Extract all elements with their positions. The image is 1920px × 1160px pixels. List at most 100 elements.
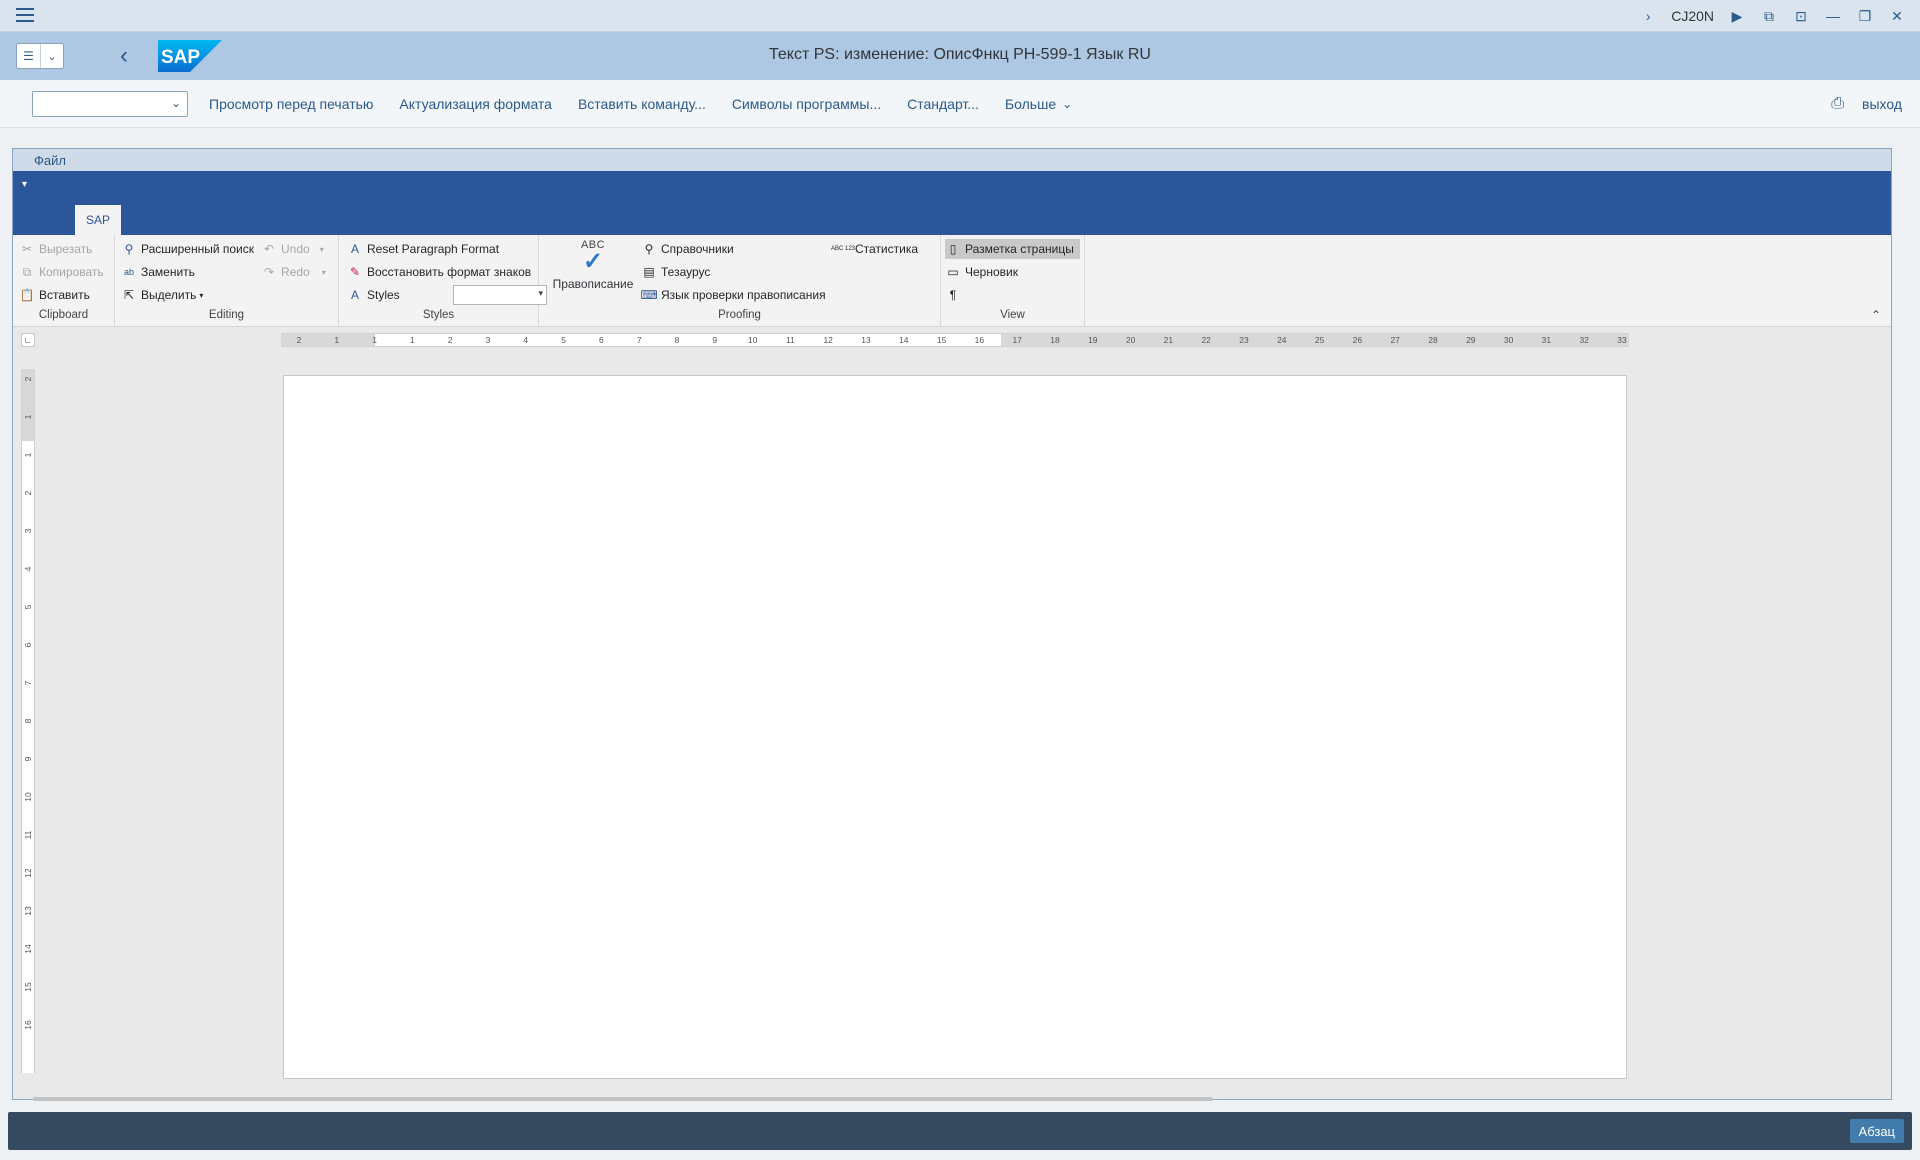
horizontal-scrollbar[interactable] [33,1097,1213,1101]
statistics-label: Статистика [855,242,919,256]
restore-icon[interactable]: ❐ [1856,7,1874,25]
minimize-icon[interactable]: — [1824,7,1842,25]
print-layout-label: Разметка страницы [965,242,1074,256]
statistics-button[interactable]: ABC 123 Статистика [831,239,919,259]
cut-label: Вырезать [39,242,93,256]
tab-sap[interactable]: SAP [75,205,121,235]
ruler-tick: 7 [636,335,642,345]
advanced-find-label: Расширенный поиск [141,242,254,256]
ruler-tick: 18 [1050,335,1060,345]
page-icon: ▯ [949,242,957,256]
insert-command-button[interactable]: Вставить команду... [565,89,719,119]
thesaurus-button[interactable]: ▤ Тезаурус [641,262,710,282]
replace-button[interactable]: ab Заменить [121,262,195,282]
close-icon[interactable]: ✕ [1888,7,1906,25]
ruler-tick: 27 [1390,335,1400,345]
ruler-tick: 25 [1314,335,1325,345]
ruler-tick: 8 [23,718,33,724]
standard-button[interactable]: Стандарт... [894,89,992,119]
ruler-tick: 9 [23,756,33,762]
chevron-right-icon[interactable]: › [1639,7,1657,25]
styles-icon: A [350,288,359,302]
layout-icon[interactable]: ⧉ [1760,7,1778,25]
styles-button[interactable]: A Styles [347,285,400,305]
document-page[interactable] [283,375,1627,1079]
ruler-tick: 12 [823,335,833,345]
exit-button[interactable]: выход [1862,96,1902,112]
play-icon[interactable]: ▶ [1728,7,1746,25]
ruler-tick: 32 [1579,335,1589,345]
ruler-tick: 23 [1239,335,1249,345]
show-marks-button[interactable]: ¶ [945,285,965,305]
cut-button[interactable]: ✂ Вырезать [19,239,92,259]
system-bar-right: › CJ20N ▶ ⧉ ⊡ — ❐ ✕ [1639,0,1906,32]
ruler-tick: 1 [334,335,340,345]
redo-button[interactable]: ↷ Redo ▾ [261,262,326,282]
ruler-tick: 14 [899,335,909,345]
ruler-tick: 15 [23,982,33,992]
proofing-group-label: Proofing [718,309,761,321]
ruler-tick: 3 [485,335,491,345]
clipboard-group: ✂ Вырезать ⧉ Копировать 📋 Вставить Clipboar… [13,235,115,327]
unlock-icon[interactable]: ⊡ [1792,7,1810,25]
ruler-tick: 2 [23,490,33,496]
transaction-code: CJ20N [1671,8,1714,24]
vertical-ruler[interactable]: 2 1 1 2 3 4 5 6 7 8 9 10 11 12 13 14 15 16 [21,369,35,1073]
more-button[interactable]: Больше ⌄ [992,89,1085,119]
scissors-icon: ✂ [21,242,33,256]
ruler-tick: 26 [1352,335,1363,345]
ruler-tick: 13 [861,335,871,345]
ruler-tick: 20 [1125,335,1136,345]
select-button[interactable]: ⇱ Выделить ▾ [121,285,203,305]
clipboard-group-label: Clipboard [38,309,89,321]
paste-button[interactable]: 📋 Вставить [19,285,90,305]
ruler-tick: 33 [1617,335,1627,345]
spelling-button[interactable]: ABC ✓ Правописание [547,239,639,299]
replace-icon: ab [123,267,134,277]
editing-group-label: Editing [208,309,245,321]
select-label: Выделить [141,288,197,302]
horizontal-ruler[interactable]: 2 1 1 1 2 3 4 5 6 7 8 9 10 11 12 13 14 15 16 17 18 19 20 21 22 23… [281,333,1629,347]
ruler-tick: 3 [23,528,33,534]
research-button[interactable]: ⚲ Справочники [641,239,734,259]
draft-button[interactable]: ▭ Черновик [945,262,1018,282]
ruler-tick: 11 [23,830,33,840]
reset-paragraph-button[interactable]: A Reset Paragraph Format [347,239,499,259]
ruler-tick: 1 [23,414,33,420]
cursor-icon: ⇱ [123,288,135,302]
ruler-tick: 7 [23,680,33,686]
status-bar: Абзац [8,1112,1912,1150]
advanced-find-button[interactable]: ⚲ Расширенный поиск [121,239,254,259]
mode-button[interactable]: Абзац [1849,1119,1904,1143]
redo-icon: ↷ [263,265,275,279]
quick-access-icon[interactable]: ▾ [22,179,27,190]
file-menu-bar: Файл [13,149,1891,171]
restore-char-format-button[interactable]: ✎ Восстановить формат знаков [347,262,531,282]
replace-label: Заменить [141,265,195,279]
thesaurus-icon: ▤ [643,265,655,279]
print-preview-button[interactable]: Просмотр перед печатью [196,89,386,119]
tab-selector[interactable]: ∟ [21,333,35,347]
format-dropdown[interactable]: ⌄ [32,91,188,117]
undo-button[interactable]: ↶ Undo ▾ [261,239,324,259]
program-symbols-button[interactable]: Символы программы... [719,89,894,119]
ribbon: ✂ Вырезать ⧉ Копировать 📋 Вставить Clipboar… [13,235,1891,327]
file-menu[interactable]: Файл [34,153,66,168]
styles-combo[interactable] [453,285,547,305]
proofing-language-label: Язык проверки правописания [661,288,826,302]
ruler-tick: 10 [747,335,758,345]
ruler-tick: 5 [23,604,33,610]
ruler-tick: 12 [23,868,33,878]
copy-button[interactable]: ⧉ Копировать [19,262,104,282]
reset-paragraph-label: Reset Paragraph Format [367,242,500,256]
collapse-ribbon-icon[interactable]: ⌃ [1871,308,1881,322]
statistics-icon: ABC 123 [831,246,856,252]
menu-icon[interactable] [16,8,34,24]
printer-icon[interactable]: ⎙ [1831,95,1844,113]
ruler-tick: 13 [23,906,33,916]
ruler-tick: 28 [1428,335,1438,345]
print-layout-button[interactable]: ▯ Разметка страницы [945,239,1080,259]
ruler-tick: 4 [523,335,529,345]
proofing-language-button[interactable]: ⌨ Язык проверки правописания [640,285,826,305]
update-format-button[interactable]: Актуализация формата [386,89,565,119]
